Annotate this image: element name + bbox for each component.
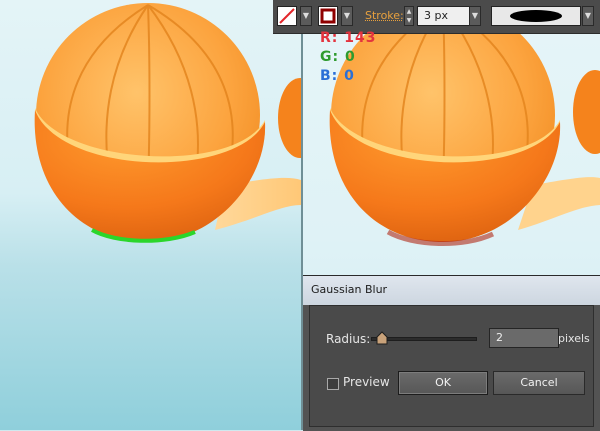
stroke-weight-dropdown-arrow[interactable]: ▼ bbox=[469, 6, 481, 26]
dialog-title-bar[interactable]: Gaussian Blur bbox=[303, 276, 600, 305]
radius-input[interactable]: 2 bbox=[489, 328, 559, 348]
gaussian-blur-dialog: Gaussian Blur Radius: 2 pixels Preview O… bbox=[303, 275, 600, 431]
stroke-label[interactable]: Stroke: bbox=[365, 6, 404, 26]
rgb-readout-g: G: 0 bbox=[320, 49, 356, 65]
fill-dropdown-arrow[interactable]: ▼ bbox=[300, 6, 312, 26]
dialog-body bbox=[309, 305, 594, 427]
rgb-readout-r: R: 143 bbox=[320, 30, 377, 46]
radius-unit-label: pixels bbox=[558, 332, 590, 345]
width-profile-button[interactable] bbox=[491, 6, 581, 26]
no-fill-swatch-icon bbox=[279, 8, 295, 24]
stroke-swatch-icon bbox=[320, 8, 336, 24]
preview-label[interactable]: Preview bbox=[343, 375, 390, 389]
cancel-button[interactable]: Cancel bbox=[493, 371, 585, 395]
r-label: R: bbox=[320, 30, 339, 46]
stroke-weight-spinner[interactable]: ▲ ▼ bbox=[404, 6, 414, 26]
g-label: G: bbox=[320, 49, 340, 65]
g-value: 0 bbox=[344, 49, 356, 65]
preview-checkbox[interactable] bbox=[327, 378, 339, 390]
b-value: 0 bbox=[344, 68, 355, 84]
left-artboard bbox=[0, 0, 301, 430]
fill-swatch-button[interactable] bbox=[277, 6, 297, 26]
slider-thumb-icon[interactable] bbox=[376, 331, 388, 345]
b-label: B: bbox=[320, 68, 339, 84]
ok-button[interactable]: OK bbox=[398, 371, 488, 395]
stroke-swatch-button[interactable] bbox=[318, 6, 338, 26]
width-profile-icon bbox=[510, 10, 562, 22]
stroke-dropdown-arrow[interactable]: ▼ bbox=[341, 6, 353, 26]
stroke-weight-field[interactable]: 3 px bbox=[417, 6, 471, 26]
dialog-title: Gaussian Blur bbox=[311, 283, 388, 296]
width-profile-dropdown-arrow[interactable]: ▼ bbox=[582, 6, 594, 26]
r-value: 143 bbox=[344, 30, 377, 46]
radius-label: Radius: bbox=[326, 332, 371, 346]
orange-illustration-left bbox=[34, 3, 301, 243]
control-toolbar: ▼ ▼ Stroke: ▲ ▼ 3 px ▼ ▼ bbox=[273, 0, 600, 34]
rgb-readout-b: B: 0 bbox=[320, 68, 355, 84]
